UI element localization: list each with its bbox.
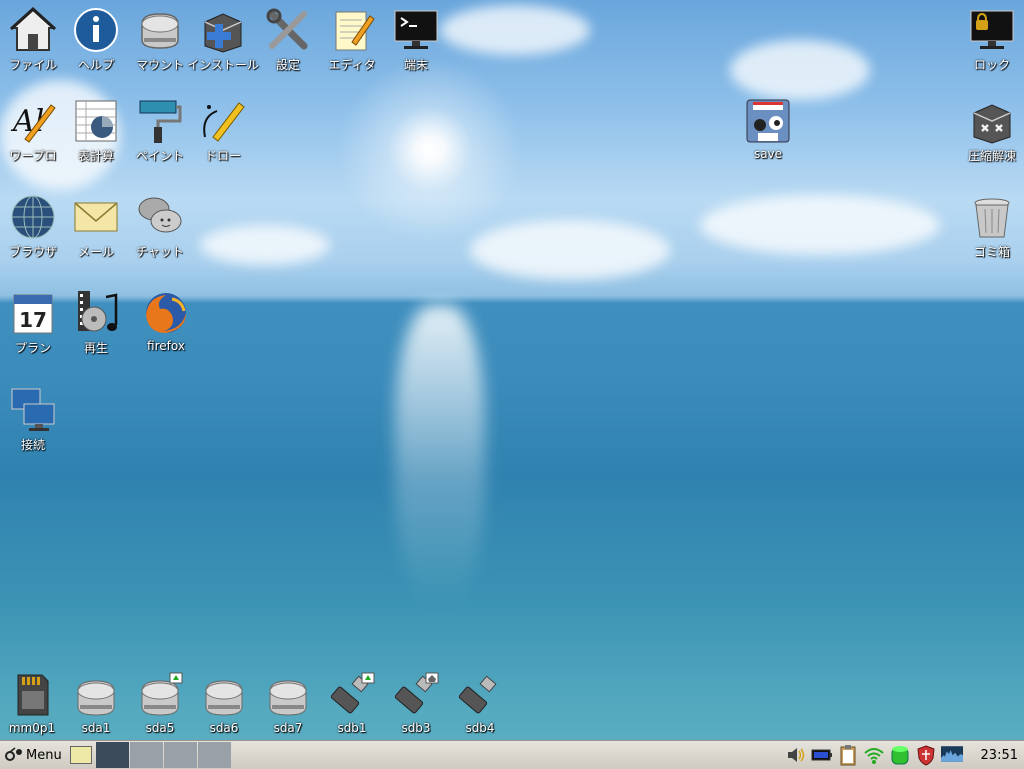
- drive-label: sdb4: [465, 721, 495, 735]
- wordpro-label: ワープロ: [9, 149, 57, 163]
- hdd-drive-icon[interactable]: sda7: [256, 671, 320, 735]
- hdd-drive-mounted-icon[interactable]: sda5: [128, 671, 192, 735]
- sd-card-drive-icon[interactable]: mm0p1: [0, 671, 64, 735]
- archive-icon[interactable]: 圧縮解凍: [960, 97, 1024, 164]
- cpu-monitor-graph[interactable]: [940, 743, 975, 767]
- editor-label: エディタ: [328, 58, 376, 72]
- calendar-day-text: 17: [19, 308, 47, 332]
- help-label: ヘルプ: [77, 58, 114, 72]
- desktop-pager-1[interactable]: [95, 742, 129, 768]
- wifi-icon[interactable]: [863, 744, 885, 766]
- clock[interactable]: 23:51: [981, 748, 1018, 763]
- usb-drive-mounted-icon[interactable]: sdb1: [320, 671, 384, 735]
- mail-label: メール: [77, 245, 114, 259]
- disk-usage-icon[interactable]: [889, 744, 911, 766]
- volume-icon[interactable]: [785, 744, 807, 766]
- battery-icon[interactable]: [811, 744, 833, 766]
- help-icon[interactable]: ヘルプ: [64, 6, 128, 73]
- firefox-label: firefox: [147, 339, 185, 353]
- paint-icon[interactable]: ペイント: [128, 97, 192, 164]
- paint-label: ペイント: [135, 149, 184, 163]
- menu-logo-icon: [5, 747, 22, 761]
- show-desktop-icon[interactable]: [69, 746, 92, 764]
- menu-label: Menu: [26, 747, 62, 763]
- drive-label: sda6: [209, 721, 239, 735]
- save-label: save: [753, 147, 783, 161]
- drive-label: sda7: [273, 721, 303, 735]
- trash-label: ゴミ箱: [973, 245, 1010, 259]
- system-tray: 23:51: [783, 741, 1024, 769]
- taskbar: Menu 23:51: [0, 740, 1024, 769]
- archive-label: 圧縮解凍: [967, 149, 1016, 163]
- desktop-pager-3[interactable]: [163, 742, 197, 768]
- file-manager-icon[interactable]: ファイル: [1, 6, 65, 73]
- desktop-pager-4[interactable]: [197, 742, 231, 768]
- draw-label: ドロー: [204, 149, 241, 163]
- usb-drive-home-icon[interactable]: sdb3: [384, 671, 448, 735]
- editor-icon[interactable]: エディタ: [320, 6, 384, 73]
- browser-label: ブラウザ: [8, 245, 57, 259]
- wordprocessor-icon[interactable]: Al ワープロ: [1, 97, 65, 164]
- media-player-icon[interactable]: 再生: [64, 289, 128, 356]
- lock-label: ロック: [973, 58, 1010, 72]
- sun-reflection: [395, 305, 485, 605]
- lock-screen-icon[interactable]: ロック: [960, 6, 1024, 73]
- browser-icon[interactable]: ブラウザ: [1, 193, 65, 260]
- clipboard-icon[interactable]: [837, 744, 859, 766]
- drive-label: sda5: [145, 721, 175, 735]
- sun-glare: [330, 50, 530, 250]
- hdd-drive-icon[interactable]: sda1: [64, 671, 128, 735]
- spreadsheet-label: 表計算: [77, 149, 114, 163]
- play-label: 再生: [83, 341, 108, 355]
- firewall-shield-icon[interactable]: [915, 744, 937, 766]
- mount-label: マウント: [135, 58, 184, 72]
- cloud: [700, 195, 940, 255]
- connect-label: 接続: [20, 438, 45, 452]
- drive-label: sdb3: [401, 721, 431, 735]
- menu-button[interactable]: Menu: [0, 741, 66, 769]
- cloud: [730, 40, 870, 100]
- cloud: [470, 220, 670, 280]
- save-icon[interactable]: save: [736, 97, 800, 161]
- drive-label: sda1: [81, 721, 111, 735]
- spreadsheet-icon[interactable]: 表計算: [64, 97, 128, 164]
- trash-icon[interactable]: ゴミ箱: [960, 193, 1024, 260]
- install-icon[interactable]: インストール: [187, 6, 259, 73]
- desktop-pager-2[interactable]: [129, 742, 163, 768]
- mail-icon[interactable]: メール: [64, 193, 128, 260]
- chat-icon[interactable]: チャット: [128, 193, 192, 260]
- network-connect-icon[interactable]: 接続: [1, 386, 65, 453]
- drive-label: sdb1: [337, 721, 367, 735]
- install-label: インストール: [187, 58, 259, 72]
- cloud: [440, 5, 590, 55]
- calendar-icon[interactable]: 17 プラン: [1, 289, 65, 356]
- chat-label: チャット: [136, 245, 184, 259]
- usb-drive-icon[interactable]: sdb4: [448, 671, 512, 735]
- settings-label: 設定: [275, 58, 300, 72]
- draw-icon[interactable]: ドロー: [191, 97, 255, 164]
- firefox-icon[interactable]: firefox: [134, 289, 198, 353]
- plan-label: プラン: [14, 341, 51, 355]
- drive-label: mm0p1: [8, 721, 56, 735]
- terminal-label: 端末: [403, 58, 428, 72]
- cloud: [200, 225, 330, 265]
- hdd-drive-icon[interactable]: sda6: [192, 671, 256, 735]
- settings-icon[interactable]: 設定: [256, 6, 320, 73]
- file-label: ファイル: [8, 58, 57, 72]
- mount-icon[interactable]: マウント: [128, 6, 192, 73]
- terminal-icon[interactable]: 端末: [384, 6, 448, 73]
